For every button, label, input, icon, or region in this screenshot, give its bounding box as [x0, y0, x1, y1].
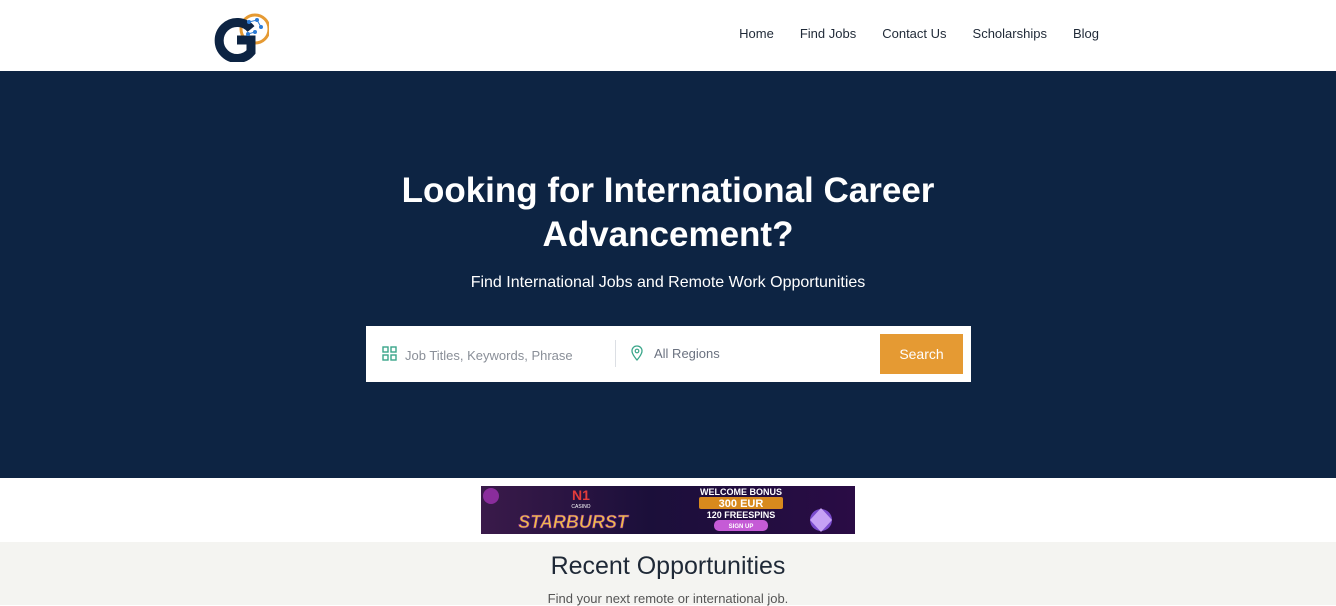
nav-contact-us[interactable]: Contact Us — [869, 26, 959, 42]
nav-blog[interactable]: Blog — [1060, 26, 1112, 42]
job-search-form: All Regions Search — [366, 326, 971, 382]
search-button[interactable]: Search — [880, 334, 963, 374]
recent-subtitle: Find your next remote or international j… — [547, 591, 789, 606]
hero-section: Looking for International Career Advance… — [0, 71, 1336, 478]
nav-home[interactable]: Home — [726, 26, 787, 42]
region-select[interactable]: All Regions — [654, 346, 720, 361]
banner-spins: 120 FREESPINS — [707, 510, 776, 520]
hero-title-line1: Looking for International Career — [401, 171, 935, 210]
hero-subtitle: Find International Jobs and Remote Work … — [470, 274, 866, 291]
banner-brand: N1 — [572, 487, 590, 503]
recent-title: Recent Opportunities — [550, 552, 786, 580]
hero-title: Looking for International Career Advance… — [0, 169, 1336, 257]
search-divider — [615, 340, 616, 367]
banner-amount: 300 EUR — [719, 498, 764, 510]
location-pin-icon — [631, 345, 643, 361]
banner-game: STARBURST — [518, 512, 630, 532]
banner-brand-sub: CASINO — [571, 504, 590, 510]
banner-cta: SIGN UP — [729, 524, 754, 530]
banner-headline: WELCOME BONUS — [700, 487, 782, 497]
nav-find-jobs[interactable]: Find Jobs — [787, 26, 869, 42]
nav-scholarships[interactable]: Scholarships — [960, 26, 1060, 42]
grid-icon — [382, 346, 397, 361]
site-header: Home Find Jobs Contact Us Scholarships B… — [0, 0, 1336, 71]
hero-title-line2: Advancement? — [542, 215, 794, 254]
keyword-input[interactable] — [403, 342, 607, 368]
casino-ad-banner[interactable]: N1 CASINO STARBURST WELCOME BONUS 300 EU… — [481, 486, 855, 534]
recent-opportunities-section: Recent Opportunities Find your next remo… — [0, 542, 1336, 606]
site-logo[interactable] — [213, 12, 271, 63]
main-nav: Home Find Jobs Contact Us Scholarships B… — [726, 26, 1112, 42]
